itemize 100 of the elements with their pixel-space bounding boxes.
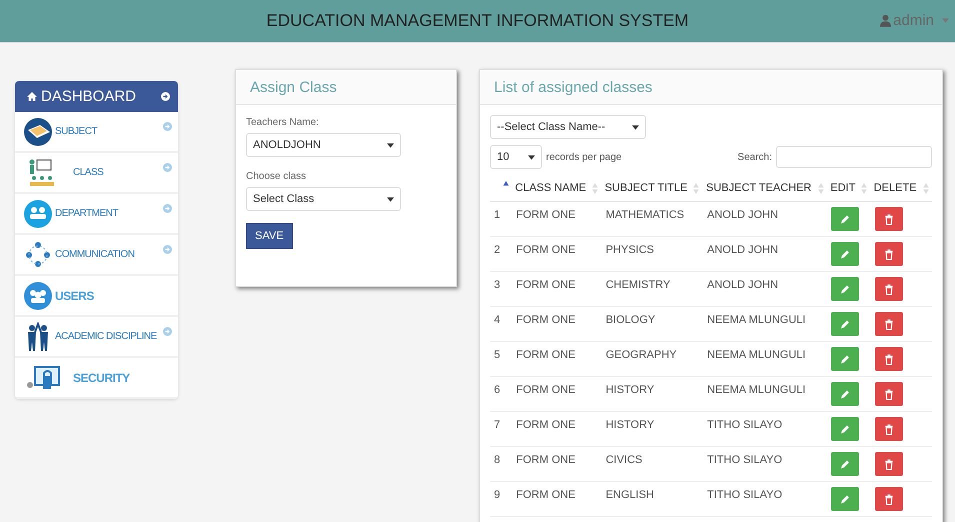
home-icon xyxy=(27,92,37,101)
panel-title: List of assigned classes xyxy=(494,78,652,96)
table-cell: NEEMA MLUNGULI xyxy=(703,342,828,376)
table-cell: BIOLOGY xyxy=(602,306,704,342)
sidebar-label: COMMUNICATION xyxy=(55,249,136,260)
field-label: Choose class xyxy=(246,171,306,182)
table-cell: 4 xyxy=(490,306,512,342)
pencil-icon xyxy=(840,458,850,470)
delete-button[interactable] xyxy=(874,277,903,301)
sidebar-label: CLASS xyxy=(73,167,104,178)
sidebar-item[interactable]: SUBJECT xyxy=(15,112,178,153)
class-select[interactable]: Select Class xyxy=(246,187,401,211)
column-header[interactable]: CLASS NAME xyxy=(512,175,602,202)
panel-title: Assign Class xyxy=(250,78,337,96)
table-cell: FORM ONE xyxy=(512,412,602,446)
teacher-select[interactable]: ANOLDJOHN xyxy=(246,133,401,157)
table-cell: 9 xyxy=(490,482,512,516)
arrow-circle-icon xyxy=(163,163,172,172)
table-cell: NEEMA MLUNGULI xyxy=(703,306,828,342)
table-cell: ANOLD JOHN xyxy=(703,272,828,306)
table-cell: MATHEMATICS xyxy=(602,202,704,236)
trash-icon xyxy=(884,354,894,364)
sidebar-label: SECURITY xyxy=(73,370,131,384)
edit-button[interactable] xyxy=(831,207,860,231)
network-icon xyxy=(23,240,53,270)
table-cell: FORM ONE xyxy=(512,202,602,236)
table-cell: TITHO SILAYO xyxy=(703,482,828,516)
delete-button[interactable] xyxy=(874,417,903,441)
pencil-icon xyxy=(840,388,850,400)
table-cell: HISTORY xyxy=(602,412,704,446)
sidebar-label: DEPARTMENT xyxy=(55,208,120,219)
edit-button[interactable] xyxy=(831,417,860,441)
table-cell: TITHO SILAYO xyxy=(703,412,828,446)
trash-icon xyxy=(884,458,894,470)
edit-button[interactable] xyxy=(831,452,860,476)
arrow-circle-icon xyxy=(163,204,172,213)
delete-button[interactable] xyxy=(874,382,903,406)
class-filter-select[interactable]: --Select Class Name-- xyxy=(490,115,646,139)
group-icon xyxy=(23,198,53,228)
book-icon xyxy=(23,116,53,146)
edit-button[interactable] xyxy=(831,347,860,371)
table-cell: 8 xyxy=(490,446,512,482)
table-cell: GEOGRAPHY xyxy=(602,342,704,376)
sidebar-item[interactable]: COMMUNICATION xyxy=(15,235,178,276)
table-cell: 3 xyxy=(490,272,512,306)
delete-button[interactable] xyxy=(874,452,903,476)
column-header[interactable]: EDIT xyxy=(827,175,871,202)
pencil-icon xyxy=(840,284,850,294)
table-cell: FORM ONE xyxy=(512,306,602,342)
edit-button[interactable] xyxy=(831,312,860,336)
edit-button[interactable] xyxy=(831,487,860,511)
table-cell: 7 xyxy=(490,412,512,446)
caret-icon xyxy=(942,18,949,23)
delete-button[interactable] xyxy=(874,487,903,511)
delete-button[interactable] xyxy=(874,347,903,371)
column-header[interactable]: DELETE xyxy=(870,175,932,202)
pencil-icon xyxy=(840,318,850,330)
sidebar-item[interactable]: ACADEMIC DISCIPLINE xyxy=(15,317,178,358)
pencil-icon xyxy=(840,494,850,504)
edit-button[interactable] xyxy=(831,242,860,266)
table-cell: FORM ONE xyxy=(512,272,602,306)
pencil-icon xyxy=(840,248,850,260)
trash-icon xyxy=(884,248,894,260)
edit-button[interactable] xyxy=(831,277,860,301)
delete-button[interactable] xyxy=(874,312,903,336)
arrow-circle-icon xyxy=(163,327,172,336)
field-label: Teachers Name: xyxy=(246,117,319,128)
caret-icon xyxy=(387,142,394,148)
table-cell: NEEMA MLUNGULI xyxy=(703,376,828,412)
search-field[interactable] xyxy=(776,146,932,168)
table-cell: PHYSICS xyxy=(602,236,704,272)
trash-icon xyxy=(884,214,894,224)
table-cell: FORM ONE xyxy=(512,342,602,376)
search-label: Search: xyxy=(738,152,772,162)
table-cell: FORM ONE xyxy=(512,376,602,412)
table-cell: TITHO SILAYO xyxy=(703,446,828,482)
pencil-icon xyxy=(840,424,850,434)
trash-icon xyxy=(884,284,894,294)
trash-icon xyxy=(884,318,894,330)
table-cell: 5 xyxy=(490,342,512,376)
table-cell: 6 xyxy=(490,376,512,412)
table-cell: HISTORY xyxy=(602,376,704,412)
trash-icon xyxy=(884,388,894,400)
table-cell: FORM ONE xyxy=(512,236,602,272)
table-cell: ENGLISH xyxy=(602,482,704,516)
delete-button[interactable] xyxy=(874,242,903,266)
dashboard-header[interactable]: DASHBOARD xyxy=(15,81,178,112)
caret-icon xyxy=(632,124,639,130)
user-icon xyxy=(880,14,892,27)
save-button[interactable]: SAVE xyxy=(246,223,293,249)
sidebar-item[interactable]: DEPARTMENT xyxy=(15,194,178,235)
arrow-circle-icon xyxy=(163,245,172,254)
sidebar-item[interactable]: CLASS xyxy=(15,153,178,194)
column-header[interactable]: SUBJECT TEACHER xyxy=(703,175,828,202)
edit-button[interactable] xyxy=(831,382,860,406)
column-header[interactable]: SUBJECT TITLE xyxy=(602,175,704,202)
table-cell: FORM ONE xyxy=(512,482,602,516)
page-size-select[interactable]: 10 xyxy=(490,145,542,169)
delete-button[interactable] xyxy=(874,207,903,231)
table-cell: ANOLD JOHN xyxy=(703,236,828,272)
